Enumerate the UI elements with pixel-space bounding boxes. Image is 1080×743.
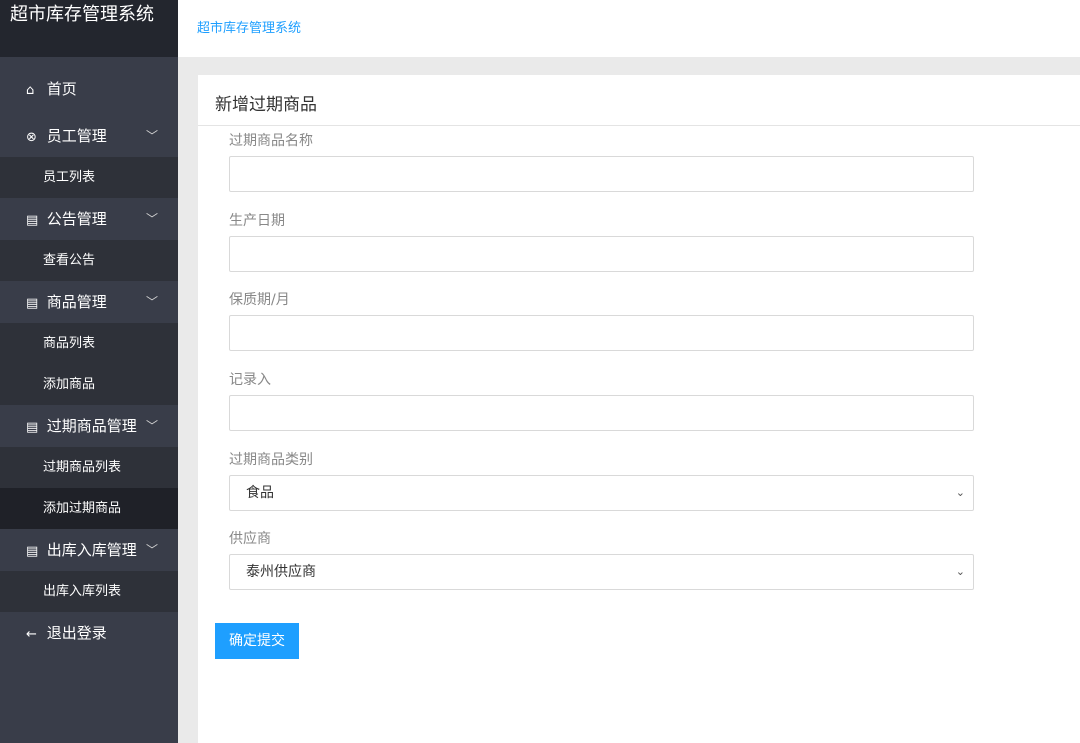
category-selected-value: 食品 [246, 485, 274, 501]
sidebar-item-label: 商品管理 [46, 293, 107, 311]
category-select[interactable]: 食品 ⌄ [229, 475, 974, 511]
production-date-label: 生产日期 [229, 213, 285, 229]
sidebar-item-label: 员工管理 [46, 127, 107, 145]
sidebar-sub-add-goods[interactable]: 添加商品 [0, 364, 178, 405]
sidebar-sub-stock-io-list[interactable]: 出库入库列表 [0, 571, 178, 612]
supplier-select[interactable]: 泰州供应商 ⌄ [229, 554, 974, 590]
sidebar-item-expired[interactable]: ▤ 过期商品管理 ﹀ [0, 405, 178, 447]
breadcrumb[interactable]: 超市库存管理系统 [197, 17, 301, 36]
top-bar: 超市库存管理系统 [178, 0, 1080, 57]
sidebar-item-notice[interactable]: ▤ 公告管理 ﹀ [0, 198, 178, 240]
document-icon: ▤ [26, 296, 39, 311]
supplier-label: 供应商 [229, 531, 271, 547]
form-panel: 新增过期商品 过期商品名称 生产日期 保质期/月 记录入 过期商品类别 食品 ⌄… [198, 75, 1080, 743]
sidebar-nav: ⌂ 首页 ⊗ 员工管理 ﹀ 员工列表 ▤ 公告管理 ﹀ 查看公告 ▤ 商品管理 … [0, 63, 178, 654]
document-icon: ▤ [26, 213, 39, 228]
user-circle-icon: ⊗ [26, 130, 37, 145]
sidebar-item-stock-io[interactable]: ▤ 出库入库管理 ﹀ [0, 529, 178, 571]
sidebar-item-logout[interactable]: ← 退出登录 [0, 612, 178, 654]
page-title: 新增过期商品 [215, 95, 317, 115]
document-icon: ▤ [26, 544, 39, 559]
sidebar-item-staff[interactable]: ⊗ 员工管理 ﹀ [0, 115, 178, 157]
shelf-life-input[interactable] [229, 315, 974, 351]
recorder-input[interactable] [229, 395, 974, 431]
chevron-down-icon: ﹀ [146, 295, 159, 309]
sidebar-sub-view-notice[interactable]: 查看公告 [0, 240, 178, 281]
home-icon: ⌂ [26, 83, 35, 98]
sidebar-item-label: 公告管理 [46, 210, 107, 228]
chevron-down-icon: ⌄ [955, 565, 965, 578]
recorder-label: 记录入 [229, 372, 271, 388]
chevron-down-icon: ﹀ [146, 543, 159, 557]
sidebar-sub-expired-list[interactable]: 过期商品列表 [0, 447, 178, 488]
chevron-down-icon: ﹀ [146, 212, 159, 226]
sidebar: 超市库存管理系统 ⌂ 首页 ⊗ 员工管理 ﹀ 员工列表 ▤ 公告管理 ﹀ 查看公… [0, 0, 178, 743]
chevron-down-icon: ﹀ [146, 129, 159, 143]
sidebar-item-goods[interactable]: ▤ 商品管理 ﹀ [0, 281, 178, 323]
expired-name-label: 过期商品名称 [229, 133, 313, 149]
submit-button[interactable]: 确定提交 [215, 623, 299, 659]
document-icon: ▤ [26, 420, 39, 435]
expired-name-input[interactable] [229, 156, 974, 192]
sidebar-sub-staff-list[interactable]: 员工列表 [0, 157, 178, 198]
divider [198, 125, 1080, 126]
app-logo: 超市库存管理系统 [0, 0, 178, 57]
arrow-left-icon: ← [26, 627, 37, 642]
supplier-selected-value: 泰州供应商 [246, 564, 316, 580]
sidebar-sub-goods-list[interactable]: 商品列表 [0, 323, 178, 364]
sidebar-item-label: 过期商品管理 [46, 417, 137, 435]
chevron-down-icon: ﹀ [146, 419, 159, 433]
sidebar-item-home[interactable]: ⌂ 首页 [0, 63, 178, 115]
chevron-down-icon: ⌄ [955, 486, 965, 499]
shelf-life-label: 保质期/月 [229, 292, 290, 308]
sidebar-item-label: 退出登录 [46, 624, 107, 642]
sidebar-sub-add-expired[interactable]: 添加过期商品 [0, 488, 178, 529]
category-label: 过期商品类别 [229, 452, 313, 468]
production-date-input[interactable] [229, 236, 974, 272]
sidebar-item-label: 出库入库管理 [46, 541, 137, 559]
sidebar-item-label: 首页 [46, 80, 77, 98]
